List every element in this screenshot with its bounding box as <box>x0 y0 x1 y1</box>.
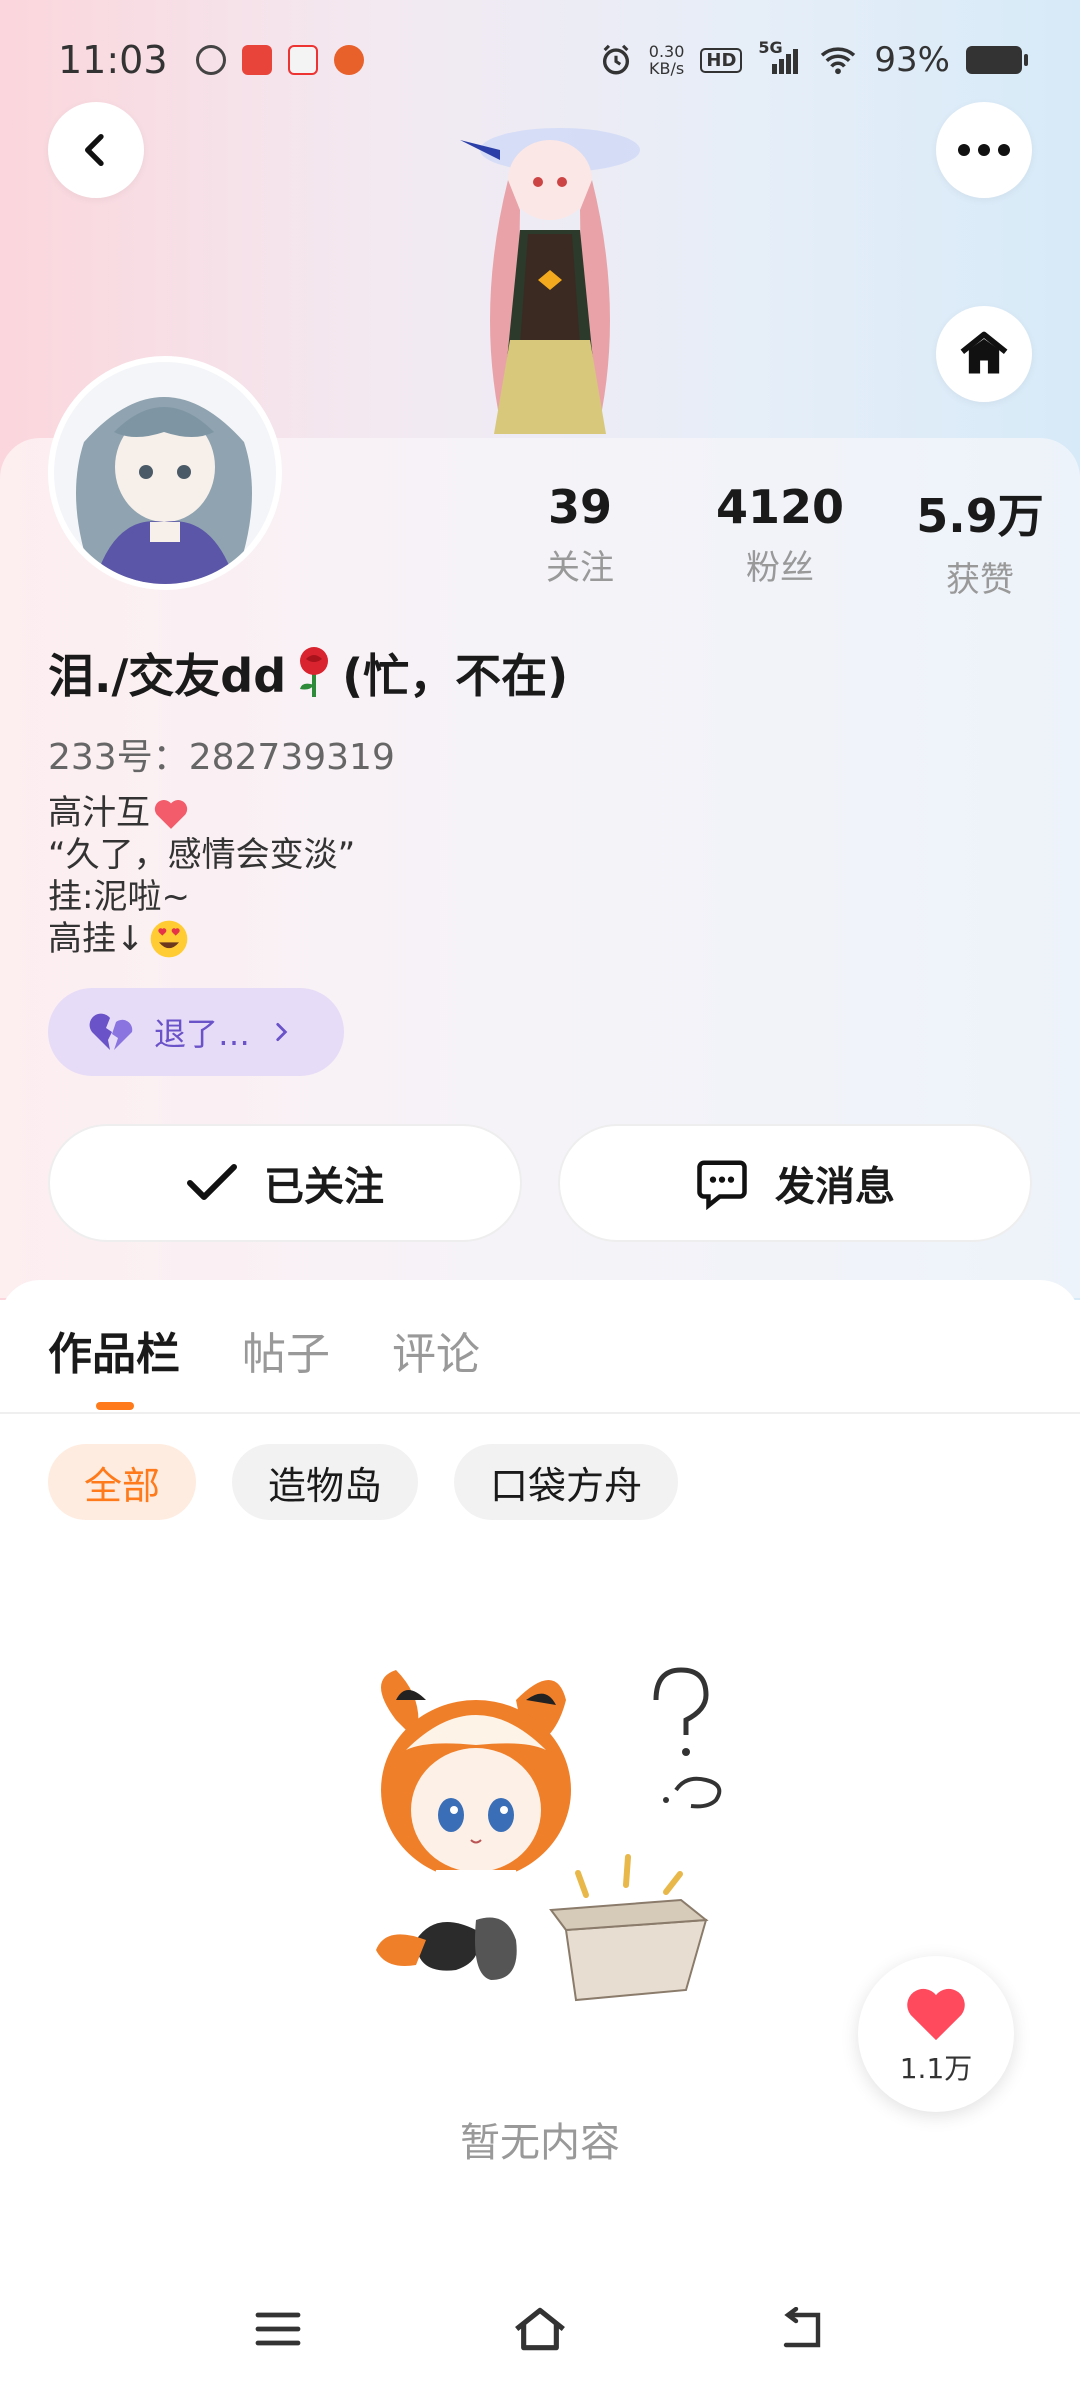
username-prefix: 泪./交友dd <box>48 649 287 703</box>
filter-chips: 全部 造物岛 口袋方舟 <box>48 1444 679 1520</box>
bio: 高汁互 “久了，感情会变淡” 挂:泥啦~ 高挂↓ <box>48 792 355 960</box>
net-speed: 0.30 KB/s <box>649 43 685 77</box>
username-suffix: (忙，不在) <box>342 649 569 703</box>
username: 泪./交友dd (忙，不在) <box>48 640 568 706</box>
stat-following-label: 关注 <box>546 548 614 588</box>
stat-likes-value: 5.9万 <box>916 489 1044 543</box>
status-time: 11:03 <box>58 38 168 82</box>
empty-state-illustration <box>376 1667 722 2002</box>
bio-text: 高汁互 <box>48 793 150 833</box>
battery-percent: 93% <box>874 40 950 80</box>
like-count: 1.1万 <box>899 2052 973 2085</box>
bio-text: 挂:泥啦~ <box>48 877 190 917</box>
chip-all[interactable]: 全部 <box>48 1444 197 1520</box>
bio-line: 高汁互 <box>48 792 355 834</box>
bio-text: 高挂↓ <box>48 919 145 959</box>
status-bar: 11:03 0.30 KB/s HD 5G 93% <box>0 0 1080 120</box>
wifi-icon <box>821 47 856 75</box>
alarm-icon <box>602 44 629 75</box>
user-id: 233号：282739319 <box>48 737 395 778</box>
back-button[interactable] <box>48 102 144 198</box>
more-button[interactable] <box>936 102 1032 198</box>
menu-icon[interactable] <box>254 2309 302 2349</box>
signal-5g-icon: 5G <box>758 38 802 76</box>
net-speed-value: 0.30 <box>648 42 685 61</box>
home-icon <box>960 331 1008 374</box>
empty-state-text: 暂无内容 <box>460 2120 620 2166</box>
notification-app-icon <box>195 45 226 75</box>
bio-line: 高挂↓ <box>48 918 355 960</box>
battery-icon <box>966 46 1028 74</box>
stat-followers-value: 4120 <box>715 480 845 534</box>
tab-works[interactable]: 作品栏 <box>48 1318 180 1382</box>
tab-comments[interactable]: 评论 <box>392 1318 480 1382</box>
stat-followers[interactable]: 4120 粉丝 <box>700 480 860 601</box>
avatar-illustration <box>54 362 276 584</box>
home-nav-icon[interactable] <box>512 2305 568 2353</box>
followed-button[interactable]: 已关注 <box>48 1124 522 1242</box>
broken-heart-icon <box>89 1013 133 1050</box>
notification-app-icon <box>333 45 364 75</box>
status-tag-label: 退了… <box>154 1015 251 1053</box>
bio-text: “久了，感情会变淡” <box>48 835 356 875</box>
stat-following-value: 39 <box>547 480 612 534</box>
send-message-button[interactable]: 发消息 <box>558 1124 1032 1242</box>
tab-divider <box>0 1412 1080 1414</box>
heart-icon <box>907 1988 965 2041</box>
chip-pocket-ark[interactable]: 口袋方舟 <box>454 1444 679 1520</box>
bio-line: “久了，感情会变淡” <box>48 834 355 876</box>
status-tag[interactable]: 退了… <box>48 988 344 1076</box>
chevron-right-icon <box>276 1023 288 1041</box>
send-message-label: 发消息 <box>775 1164 895 1210</box>
stat-likes[interactable]: 5.9万 获赞 <box>900 480 1060 601</box>
header-character-illustration <box>460 128 640 434</box>
system-nav-bar <box>0 2270 1080 2388</box>
profile-stats: 39 关注 4120 粉丝 5.9万 获赞 <box>500 480 1060 601</box>
net-speed-unit: KB/s <box>648 59 685 78</box>
bio-line: 挂:泥啦~ <box>48 876 355 918</box>
heart-emoji-icon <box>154 800 188 829</box>
content-tabs: 作品栏 帖子 评论 <box>48 1318 480 1382</box>
back-nav-icon[interactable] <box>778 2307 826 2351</box>
avatar[interactable] <box>48 356 282 590</box>
more-dots-icon <box>958 144 1010 156</box>
check-icon <box>187 1164 237 1200</box>
stat-following[interactable]: 39 关注 <box>500 480 660 601</box>
chat-bubble-icon <box>697 1160 747 1210</box>
hd-icon: HD <box>700 47 743 73</box>
status-right: 0.30 KB/s HD 5G 93% <box>599 38 1028 80</box>
followed-button-label: 已关注 <box>264 1164 384 1210</box>
status-left: 11:03 <box>58 38 364 82</box>
rose-icon <box>300 647 329 697</box>
heart-eyes-emoji-icon <box>150 920 187 958</box>
notification-app-icon <box>241 45 272 75</box>
tab-active-indicator <box>96 1402 134 1410</box>
chevron-left-icon <box>85 134 104 166</box>
space-home-button[interactable] <box>936 306 1032 402</box>
chip-creation-island[interactable]: 造物岛 <box>232 1444 419 1520</box>
stat-followers-label: 粉丝 <box>746 548 814 588</box>
notification-app-icon <box>287 45 318 75</box>
stat-likes-label: 获赞 <box>946 560 1014 600</box>
tab-posts[interactable]: 帖子 <box>242 1318 330 1382</box>
like-button[interactable]: 1.1万 <box>858 1956 1014 2112</box>
